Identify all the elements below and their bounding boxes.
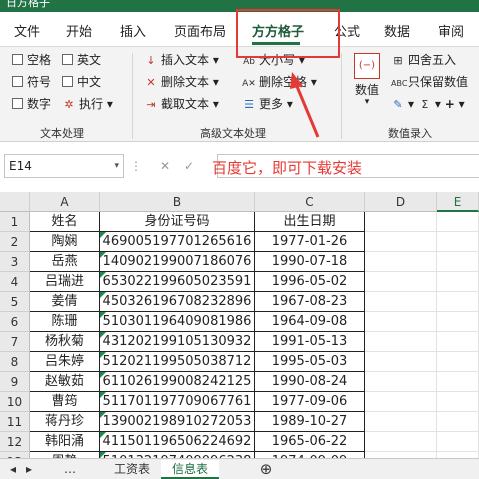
sheet-tab-more[interactable]: … <box>50 460 90 479</box>
annotation-arrow <box>290 72 320 138</box>
add-sheet-button[interactable]: ⊕ <box>254 460 278 479</box>
annotation-text: 百度它，即可下载安装 <box>212 159 363 177</box>
sheet-tab-bar: ◂ ▸ … 工资表 信息表 ⊕ <box>0 458 479 479</box>
tab-highlight-box <box>236 9 340 58</box>
sheet-scroll-left[interactable]: ◂ <box>6 460 20 479</box>
sheet-scroll-right[interactable]: ▸ <box>22 460 36 479</box>
sheet-tab-salary[interactable]: 工资表 <box>103 460 161 479</box>
sheet-tab-info[interactable]: 信息表 <box>161 460 219 479</box>
